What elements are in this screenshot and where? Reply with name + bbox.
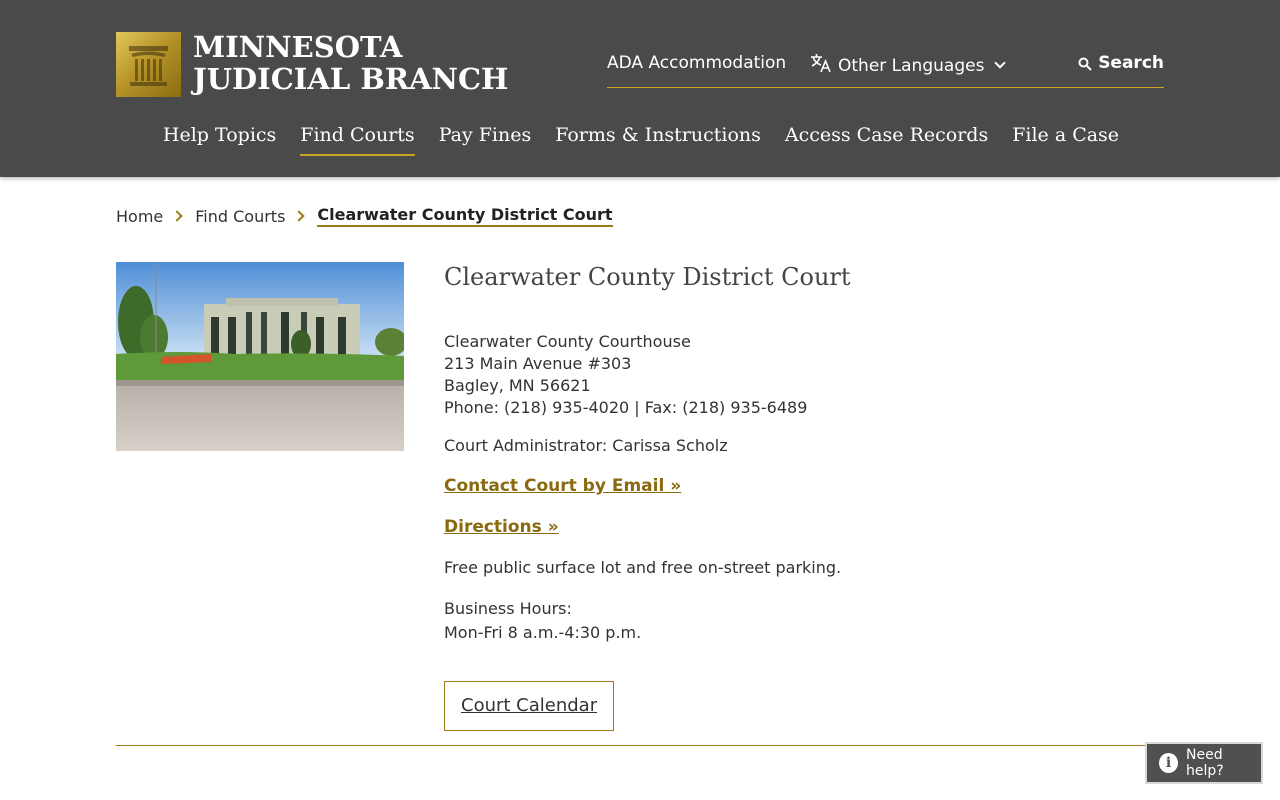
breadcrumb: Home Find Courts Clearwater County Distr… [116, 205, 613, 227]
parking-info: Free public surface lot and free on-stre… [444, 558, 842, 577]
ada-accommodation-link[interactable]: ADA Accommodation [607, 53, 786, 73]
directions-label: Directions [444, 517, 542, 537]
other-languages-label: Other Languages [838, 55, 985, 76]
chevron-right-icon [171, 210, 183, 222]
nav-help-topics[interactable]: Help Topics [163, 124, 276, 156]
hours-value: Mon-Fri 8 a.m.-4:30 p.m. [444, 623, 642, 642]
nav-file-a-case[interactable]: File a Case [1012, 124, 1119, 156]
nav-forms-instructions[interactable]: Forms & Instructions [555, 124, 761, 156]
nav-pay-fines[interactable]: Pay Fines [439, 124, 532, 156]
need-help-widget[interactable]: i Need help? [1145, 742, 1263, 784]
chevron-right-icon [293, 210, 306, 222]
site-header: MINNESOTA JUDICIAL BRANCH ADA Accommodat… [0, 0, 1280, 177]
business-hours: Business Hours: Mon-Fri 8 a.m.-4:30 p.m. [444, 597, 1164, 645]
search-label: Search [1098, 53, 1164, 73]
main-nav: Help Topics Find Courts Pay Fines Forms … [0, 124, 1280, 156]
site-brand[interactable]: MINNESOTA JUDICIAL BRANCH [193, 31, 523, 95]
address-city: Bagley, MN 56621 [444, 376, 591, 395]
contact-email-link[interactable]: Contact Court by Email » [444, 475, 1164, 497]
directions-link[interactable]: Directions » [444, 516, 1164, 538]
search-button[interactable]: Search [1078, 53, 1164, 73]
address-building: Clearwater County Courthouse [444, 332, 691, 351]
breadcrumb-find-courts[interactable]: Find Courts [195, 207, 285, 226]
utility-nav: ADA Accommodation Other Languages Search [607, 52, 1164, 88]
other-languages-dropdown[interactable]: Other Languages [810, 53, 1007, 78]
courthouse-photo [116, 262, 404, 451]
divider [116, 745, 1164, 746]
brand-line-2: JUDICIAL BRANCH [193, 62, 509, 96]
page-title: Clearwater County District Court [444, 263, 851, 291]
breadcrumb-home[interactable]: Home [116, 207, 163, 226]
chevron-down-icon [994, 57, 1007, 69]
link-arrow-icon: » [670, 476, 682, 496]
contact-email-label: Contact Court by Email [444, 476, 665, 496]
pillar-logo-icon[interactable] [116, 32, 181, 97]
court-administrator: Court Administrator: Carissa Scholz [444, 436, 728, 455]
translate-icon [810, 53, 832, 78]
nav-find-courts[interactable]: Find Courts [300, 124, 415, 156]
phone-fax: Phone: (218) 935-4020 | Fax: (218) 935-6… [444, 398, 808, 417]
brand-line-1: MINNESOTA [193, 30, 403, 64]
link-arrow-icon: » [547, 517, 559, 537]
court-address: Clearwater County Courthouse 213 Main Av… [444, 331, 1164, 419]
info-icon: i [1159, 753, 1179, 773]
court-details: Clearwater County District Court Clearwa… [444, 262, 1164, 731]
breadcrumb-current: Clearwater County District Court [317, 205, 613, 227]
hours-label: Business Hours: [444, 599, 572, 618]
nav-access-case-records[interactable]: Access Case Records [785, 124, 988, 156]
search-icon [1078, 56, 1092, 71]
court-calendar-button[interactable]: Court Calendar [444, 681, 615, 731]
address-street: 213 Main Avenue #303 [444, 354, 632, 373]
need-help-label: Need help? [1186, 747, 1224, 779]
